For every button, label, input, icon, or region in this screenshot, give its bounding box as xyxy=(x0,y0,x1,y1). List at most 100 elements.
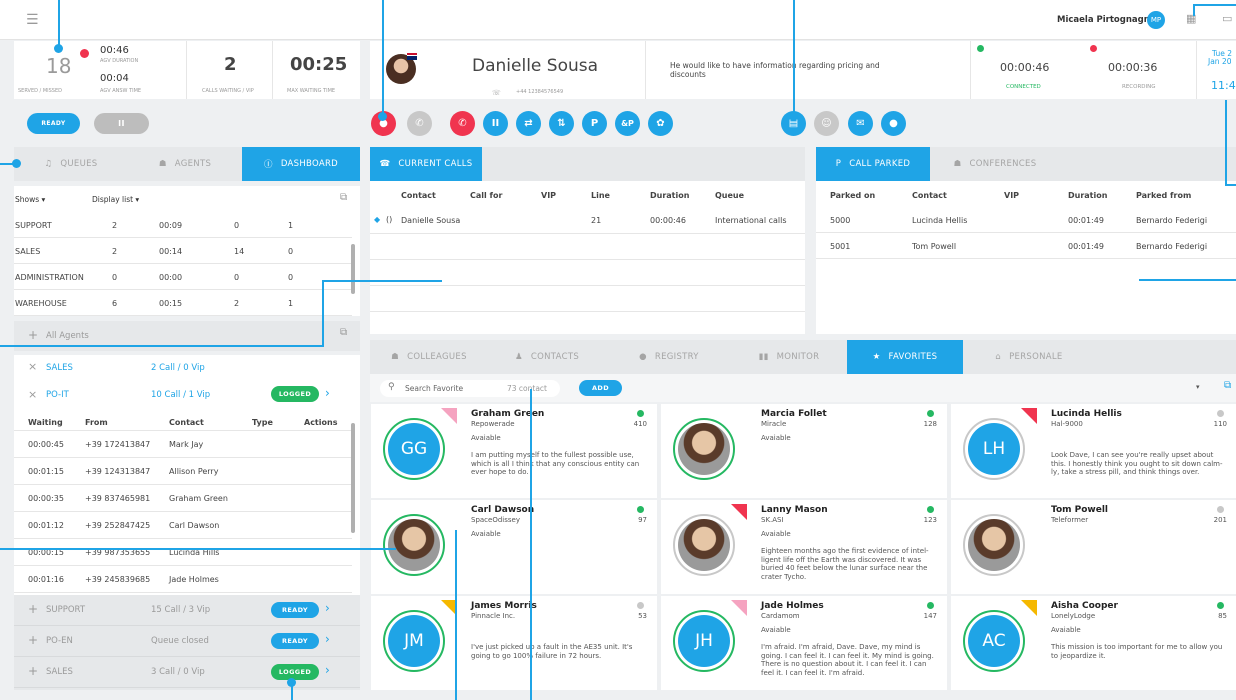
tab-queues[interactable]: ♫ QUEUES xyxy=(14,147,128,181)
waiting-row[interactable]: 00:00:15 +39 987353655 Lucinda Hills xyxy=(14,539,352,566)
queue-row[interactable]: ADMINISTRATION 0 00:00 0 0 xyxy=(14,264,352,290)
ready-button[interactable]: READY xyxy=(27,113,80,134)
group-po-it[interactable]: × PO-IT 10 Call / 1 Vip LOGGED › xyxy=(14,383,360,407)
contact-button[interactable]: ☺ xyxy=(814,111,839,136)
tab-colleagues[interactable]: ☗ COLLEAGUES xyxy=(370,340,488,374)
col-duration: Duration xyxy=(650,191,690,200)
scrollbar[interactable] xyxy=(351,423,355,533)
contact-photo xyxy=(678,519,730,571)
tab-contacts[interactable]: ♟ CONTACTS xyxy=(488,340,606,374)
table-row[interactable]: ◆ () Danielle Sousa 21 00:00:46 Internat… xyxy=(370,207,805,234)
callout-dot xyxy=(12,159,21,168)
display-filter[interactable]: Display list ▾ xyxy=(92,195,139,204)
waiting-cell: +39 172413847 xyxy=(85,440,151,449)
contact-note: I've just picked up a fault in the AE35 … xyxy=(471,643,633,660)
col-parked-on: Parked on xyxy=(830,191,876,200)
search-input[interactable]: ⚲ Search Favorite 73 contact xyxy=(380,380,560,397)
close-icon[interactable]: × xyxy=(28,388,37,401)
caller-panel: Danielle Sousa ☏ +44 12384576549 He woul… xyxy=(370,41,1236,99)
callout-dot xyxy=(54,44,63,53)
group-sales[interactable]: × SALES 2 Call / 0 Vip xyxy=(14,355,360,379)
logged-badge[interactable]: LOGGED xyxy=(271,386,319,402)
pickup-button[interactable]: &P xyxy=(615,111,640,136)
conference-button[interactable]: ✿ xyxy=(648,111,673,136)
group-name: SALES xyxy=(46,363,73,373)
add-button[interactable]: ADD xyxy=(579,380,622,396)
queue-row[interactable]: SUPPORT 2 00:09 0 1 xyxy=(14,212,352,238)
hold-button[interactable]: II xyxy=(483,111,508,136)
col-contact: Contact xyxy=(912,191,947,200)
waiting-row[interactable]: 00:01:15 +39 124313847 Allison Perry xyxy=(14,458,352,485)
contact-card[interactable]: Marcia Follet Miracle 128 Avaiable xyxy=(661,404,947,498)
queue-cell: SUPPORT xyxy=(15,221,52,230)
contact-card[interactable]: LH Lucinda Hellis Hal-9000 110 Look Dave, I … xyxy=(951,404,1236,498)
contact-card[interactable]: GG Graham Green Repowerade 410 Avaiable I am … xyxy=(371,404,657,498)
tab-conferences[interactable]: ☗ CONFERENCES xyxy=(930,147,1060,181)
contact-status: Avaiable xyxy=(471,434,501,442)
attended-transfer-button[interactable]: ⇅ xyxy=(549,111,574,136)
waiting-row[interactable]: 00:01:16 +39 245839685 Jade Holmes xyxy=(14,566,352,593)
tab-dashboard[interactable]: ⓘ DASHBOARD xyxy=(242,147,360,181)
chevron-right-icon[interactable]: › xyxy=(325,386,330,400)
tab-agents[interactable]: ☗ AGENTS xyxy=(128,147,242,181)
expand-icon[interactable]: ⧉ xyxy=(340,327,347,338)
contact-card[interactable]: Lanny Mason SK.ASI 123 Avaiable Eighteen mon… xyxy=(661,500,947,594)
park-button[interactable]: P xyxy=(582,111,607,136)
call-note: He would like to have information regard… xyxy=(670,61,880,79)
email-button[interactable]: ✉ xyxy=(848,111,873,136)
waiting-cell: 00:00:45 xyxy=(28,440,64,449)
priority-flag-icon xyxy=(1021,408,1037,424)
cell-parked-from: Bernardo Federigi xyxy=(1136,242,1208,251)
tab-call-parked[interactable]: P CALL PARKED xyxy=(816,147,930,181)
callout-line xyxy=(793,0,795,116)
table-row[interactable]: 5000 Lucinda Hellis 00:01:49 Bernardo Fe… xyxy=(816,207,1236,233)
queue-cell: 2 xyxy=(234,299,240,308)
close-icon[interactable]: × xyxy=(28,360,37,373)
expand-icon[interactable]: ⧉ xyxy=(340,192,347,203)
chevron-down-icon[interactable]: ▾ xyxy=(1196,383,1200,391)
contact-card[interactable]: AC Aisha Cooper LonelyLodge 85 Avaiable This … xyxy=(951,596,1236,690)
contact-name: Tom Powell xyxy=(1051,505,1109,515)
presence-dot xyxy=(1217,410,1224,417)
menu-icon[interactable]: ☰ xyxy=(26,12,39,28)
tab-favorites[interactable]: ★ FAVORITES xyxy=(847,340,963,374)
chevron-right-icon[interactable]: › xyxy=(325,663,330,677)
waiting-row[interactable]: 00:01:12 +39 252847425 Carl Dawson xyxy=(14,512,352,539)
pause-button[interactable]: II xyxy=(94,113,149,134)
transfer-button[interactable]: ⇄ xyxy=(516,111,541,136)
waiting-cell: Mark Jay xyxy=(169,440,204,449)
shows-filter[interactable]: Shows ▾ xyxy=(15,195,45,204)
agent-group[interactable]: + SALES 3 Call / 0 Vip LOGGED › xyxy=(14,657,360,688)
window-icon[interactable]: ▭ xyxy=(1222,12,1232,25)
chat-button[interactable]: ● xyxy=(881,111,906,136)
chevron-right-icon[interactable]: › xyxy=(325,601,330,615)
export-icon[interactable]: ⧉ xyxy=(1224,380,1231,391)
hangup-button[interactable]: ✆ xyxy=(450,111,475,136)
queue-row[interactable]: SALES 2 00:14 14 0 xyxy=(14,238,352,264)
contact-card[interactable]: JM James Morris Pinnacle Inc. 53 I've just p… xyxy=(371,596,657,690)
tab-registry[interactable]: ● REGISTRY xyxy=(610,340,728,374)
tab-registry-label: REGISTRY xyxy=(654,352,699,362)
status-badge[interactable]: LOGGED xyxy=(271,664,319,680)
contact-card[interactable]: Carl Dawson SpaceOdissey 97 Avaiable xyxy=(371,500,657,594)
chevron-right-icon[interactable]: › xyxy=(325,632,330,646)
tab-current-calls[interactable]: ☎ CURRENT CALLS xyxy=(370,147,482,181)
status-badge[interactable]: READY xyxy=(271,602,319,618)
contact-name: Aisha Cooper xyxy=(1051,601,1118,611)
tab-monitor[interactable]: ▮▮ MONITOR xyxy=(730,340,848,374)
status-badge[interactable]: READY xyxy=(271,633,319,649)
max-wait-label: MAX WAITING TIME xyxy=(287,88,336,94)
contact-card[interactable]: JH Jade Holmes Cardamom 147 Avaiable I'm afra… xyxy=(661,596,947,690)
contact-card[interactable]: Tom Powell Teleformer 201 xyxy=(951,500,1236,594)
agent-group[interactable]: + PO-EN Queue closed READY › xyxy=(14,626,360,657)
waiting-row[interactable]: 00:00:45 +39 172413847 Mark Jay xyxy=(14,431,352,458)
agent-group[interactable]: + SUPPORT 15 Call / 3 Vip READY › xyxy=(14,595,360,626)
tab-personale[interactable]: ⌂ PERSONALE xyxy=(970,340,1088,374)
call-button[interactable]: ✆ xyxy=(407,111,432,136)
user-avatar[interactable]: MP xyxy=(1147,11,1165,29)
scrollbar[interactable] xyxy=(351,244,355,294)
waiting-row[interactable]: 00:00:35 +39 837465981 Graham Green xyxy=(14,485,352,512)
table-row[interactable]: 5001 Tom Powell 00:01:49 Bernardo Federi… xyxy=(816,233,1236,259)
avg-answ: 00:04 xyxy=(100,73,129,84)
queue-row[interactable]: WAREHOUSE 6 00:15 2 1 xyxy=(14,290,352,316)
